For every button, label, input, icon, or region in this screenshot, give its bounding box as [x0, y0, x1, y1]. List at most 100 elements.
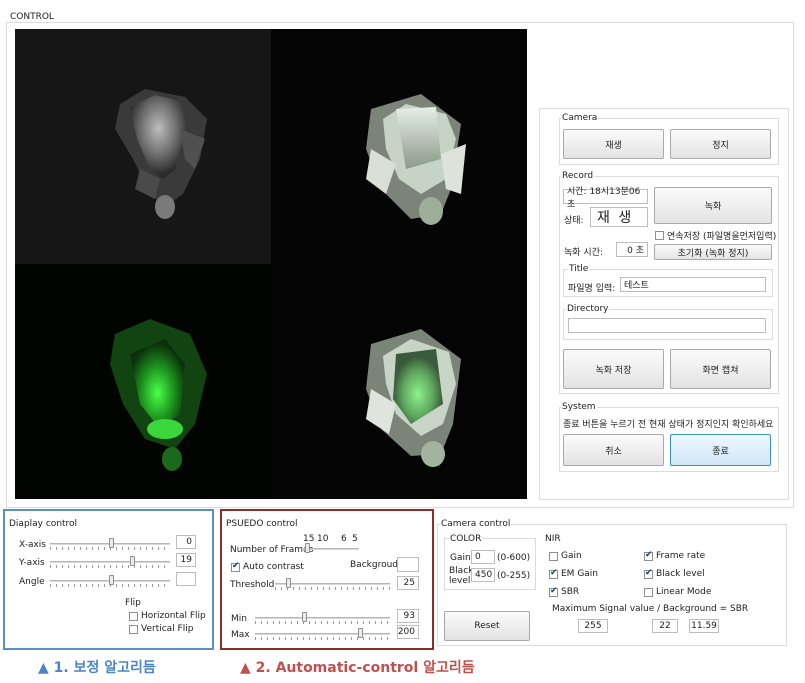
background-input[interactable] [397, 557, 419, 572]
flip-label: Flip [125, 598, 141, 608]
enhanced-view [271, 29, 527, 264]
max-input[interactable]: 200 [397, 625, 419, 639]
filename-input[interactable]: 테스트 [620, 277, 766, 292]
black-level-checkbox[interactable]: Black level [644, 568, 705, 579]
status-display: 재 생 [590, 207, 648, 227]
color-group-label: COLOR [449, 534, 483, 544]
max-slider-thumb[interactable] [358, 628, 363, 638]
auto-contrast-box[interactable] [231, 561, 240, 572]
x-axis-input[interactable]: 0 [176, 535, 196, 549]
display-control-label: Diaplay control [9, 519, 78, 529]
camera-reset-button[interactable]: Reset [444, 611, 530, 641]
min-label: Min [231, 614, 247, 624]
nir-gain-checkbox[interactable]: Gain [549, 551, 582, 561]
record-button[interactable]: 녹화 [654, 187, 772, 224]
frame-rate-checkbox[interactable]: Frame rate [644, 550, 706, 561]
sbr-box[interactable] [549, 586, 558, 597]
continuous-save-checkbox[interactable]: 연속저장 (파일명을먼저입력) [655, 229, 776, 242]
continuous-save-label: 연속저장 (파일명을먼저입력) [667, 232, 777, 242]
system-message: 종료 버튼을 누르기 전 현재 상태가 정지인지 확인하세요 [563, 420, 774, 430]
y-axis-slider-thumb[interactable] [130, 556, 135, 566]
x-axis-label: X-axis [19, 540, 46, 550]
em-gain-box[interactable] [549, 568, 558, 579]
y-axis-slider[interactable] [50, 556, 170, 568]
angle-slider-thumb[interactable] [109, 575, 114, 585]
directory-input[interactable] [568, 318, 766, 333]
camera-control-label: Camera control [440, 519, 512, 529]
min-slider[interactable] [255, 612, 390, 624]
window-title: CONTROL [10, 12, 54, 22]
exit-button[interactable]: 종료 [670, 434, 771, 466]
sbr-label: SBR [561, 587, 580, 597]
linear-mode-box[interactable] [644, 587, 653, 597]
duration-display: 0 초 [616, 242, 648, 257]
frame-rate-box[interactable] [644, 550, 653, 561]
image-preview [15, 29, 527, 499]
sbr-checkbox[interactable]: SBR [549, 586, 580, 597]
background-label: Backgroud : [350, 560, 404, 570]
min-slider-thumb[interactable] [302, 612, 307, 622]
threshold-slider-thumb[interactable] [286, 578, 291, 588]
gain-input[interactable]: 0 [471, 550, 495, 564]
overlay-view [271, 264, 527, 499]
frames-slider-thumb[interactable] [305, 543, 310, 553]
frame-rate-label: Frame rate [656, 551, 706, 561]
max-slider[interactable] [255, 628, 390, 640]
gain-label: Gain [450, 553, 471, 563]
camera-group-label: Camera [561, 113, 599, 123]
vertical-flip-checkbox[interactable]: Vertical Flip [129, 624, 193, 634]
x-axis-slider[interactable] [50, 538, 170, 550]
horizontal-flip-checkbox[interactable]: Horizontal Flip [129, 611, 206, 621]
gain-range: (0-600) [497, 553, 531, 563]
grayscale-view [15, 29, 271, 264]
duration-label: 녹화 시간: [564, 248, 604, 258]
record-group-label: Record [561, 171, 595, 181]
black-level-label: Black level [449, 566, 474, 586]
x-axis-slider-thumb[interactable] [109, 538, 114, 548]
em-gain-label: EM Gain [561, 569, 599, 579]
capture-button[interactable]: 화면 캡쳐 [670, 349, 771, 389]
stop-button[interactable]: 정지 [670, 129, 771, 159]
max-label: Max [231, 630, 250, 640]
nir-gain-box[interactable] [549, 551, 558, 561]
frames-label: Number of Frames [230, 545, 314, 555]
cancel-button[interactable]: 취소 [563, 434, 664, 466]
sbr-display: 11.59 [689, 619, 719, 633]
angle-input[interactable] [176, 572, 196, 586]
y-axis-label: Y-axis [19, 558, 45, 568]
directory-group-label: Directory [566, 304, 610, 314]
caption-auto-control-algorithm: ▲ 2. Automatic-control 알고리듬 [240, 660, 475, 676]
frames-slider[interactable] [303, 543, 359, 555]
play-button[interactable]: 재생 [563, 129, 664, 159]
title-group-label: Title [568, 264, 590, 274]
filename-label: 파일명 입력: [568, 284, 616, 294]
threshold-input[interactable]: 25 [397, 576, 419, 590]
threshold-slider[interactable] [275, 578, 390, 590]
angle-slider[interactable] [50, 575, 170, 587]
max-signal-display: 255 [578, 619, 608, 633]
y-axis-input[interactable]: 19 [176, 553, 196, 567]
black-level-box[interactable] [644, 568, 653, 579]
nir-group-label: NIR [545, 534, 561, 544]
fluorescence-view [15, 264, 271, 499]
vertical-flip-box[interactable] [129, 624, 138, 634]
linear-mode-label: Linear Mode [656, 587, 712, 597]
save-record-button[interactable]: 녹화 저장 [563, 349, 664, 389]
nir-gain-label: Gain [561, 551, 582, 561]
sbr-formula: Maximum Signal value / Background = SBR [552, 604, 749, 614]
horizontal-flip-label: Horizontal Flip [141, 611, 206, 621]
min-input[interactable]: 93 [397, 609, 419, 623]
pseudo-control-label: PSUEDO control [226, 519, 298, 529]
horizontal-flip-box[interactable] [129, 611, 138, 621]
continuous-save-box[interactable] [655, 231, 664, 240]
black-level-range: (0-255) [497, 571, 531, 581]
reset-record-button[interactable]: 초기화 (녹화 정지) [654, 244, 772, 260]
auto-contrast-checkbox[interactable]: Auto contrast [231, 561, 304, 572]
angle-label: Angle [19, 577, 45, 587]
system-group-label: System [561, 402, 597, 412]
em-gain-checkbox[interactable]: EM Gain [549, 568, 599, 579]
linear-mode-checkbox[interactable]: Linear Mode [644, 587, 711, 597]
threshold-label: Threshold [230, 580, 275, 590]
auto-contrast-label: Auto contrast [243, 562, 304, 572]
black-level-input[interactable]: 450 [471, 568, 495, 582]
